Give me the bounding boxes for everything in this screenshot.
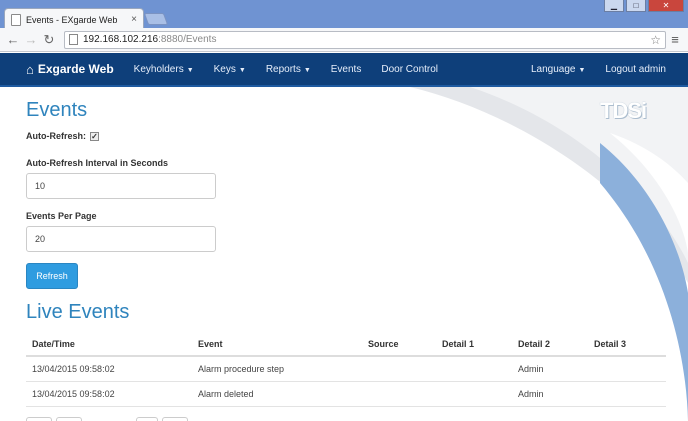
bookmark-star-icon[interactable]: ☆ [650,33,661,47]
maximize-button[interactable]: □ [626,0,646,12]
brand-label: Exgarde Web [37,62,114,76]
table-row[interactable]: 13/04/2015 09:58:02 Alarm deleted Admin [26,381,666,407]
reload-icon[interactable]: ↻ [40,32,58,48]
window-titlebar: Events - EXgarde Web × ▁ □ ✕ [0,0,688,30]
pager-button[interactable] [26,417,52,421]
page-favicon-icon [11,13,21,26]
nav-item-events[interactable]: Events [331,64,362,75]
navbar-right: Language ▼ Logout admin [511,64,666,75]
nav-item-keyholders[interactable]: Keyholders ▼ [134,64,194,75]
cell-detail-3 [588,381,666,407]
caret-down-icon: ▼ [186,66,194,74]
interval-label: Auto-Refresh Interval in Seconds [26,158,169,168]
col-detail-3: Detail 3 [588,333,666,357]
auto-refresh-label: Auto-Refresh: [26,131,86,141]
caret-down-icon: ▼ [238,66,246,74]
close-window-button[interactable]: ✕ [648,0,684,12]
nav-item-keys[interactable]: Keys ▼ [214,64,246,75]
auto-refresh-row: Auto-Refresh: ✓ [26,131,99,141]
new-tab-button[interactable] [143,13,169,25]
url-path: :8880/Events [158,34,217,45]
page-icon [69,34,78,45]
forward-arrow-icon[interactable]: → [22,32,40,47]
window-controls: ▁ □ ✕ [604,0,684,12]
col-source: Source [362,333,436,357]
cell-detail-2: Admin [512,381,588,407]
page-title: Events [26,99,88,121]
browser-menu-icon[interactable]: ≡ [666,32,684,47]
table-row[interactable]: 13/04/2015 09:58:02 Alarm procedure step… [26,356,666,382]
tdsi-logo: TDSi [600,98,647,123]
nav-item-door-control[interactable]: Door Control [381,64,438,75]
events-table: Date/Time Event Source Detail 1 Detail 2… [26,333,666,407]
caret-down-icon: ▼ [578,66,586,74]
tab-title: Events - EXgarde Web [26,14,118,25]
cell-detail-1 [436,356,512,382]
table-header-row: Date/Time Event Source Detail 1 Detail 2… [26,333,666,357]
cell-detail-2: Admin [512,356,588,382]
browser-toolbar: ← → ↻ 192.168.102.216:8880/Events ☆ ≡ [0,28,688,52]
col-datetime: Date/Time [26,333,192,357]
nav-item-language[interactable]: Language ▼ [531,64,585,75]
col-event: Event [192,333,362,357]
logout-link[interactable]: Logout admin [605,64,666,75]
cell-event: Alarm deleted [192,381,362,407]
back-arrow-icon[interactable]: ← [4,32,22,47]
auto-refresh-checkbox[interactable]: ✓ [90,131,99,141]
page-content: ⌂ Exgarde Web Keyholders ▼ Keys ▼ Reports ▼… [0,53,688,421]
pager-button[interactable] [136,417,158,421]
per-page-input[interactable]: 20 [26,226,216,252]
interval-input[interactable]: 10 [26,173,216,199]
pager-button[interactable] [162,417,188,421]
cell-source [362,356,436,382]
browser-tab[interactable]: Events - EXgarde Web × [4,8,144,30]
nav-item-reports[interactable]: Reports ▼ [266,64,311,75]
home-icon: ⌂ [26,61,34,77]
cell-source [362,381,436,407]
per-page-label: Events Per Page [26,211,97,221]
brand-link[interactable]: ⌂ Exgarde Web [26,62,114,77]
live-events-title: Live Events [26,301,130,323]
cell-detail-3 [588,356,666,382]
tab-close-icon[interactable]: × [131,14,137,25]
pager-button[interactable] [56,417,82,421]
cell-event: Alarm procedure step [192,356,362,382]
url-host: 192.168.102.216 [83,34,159,45]
minimize-button[interactable]: ▁ [604,0,624,12]
address-bar[interactable]: 192.168.102.216:8880/Events ☆ [64,30,666,49]
cell-detail-1 [436,381,512,407]
top-navbar: ⌂ Exgarde Web Keyholders ▼ Keys ▼ Reports ▼… [0,53,688,87]
refresh-button[interactable]: Refresh [26,263,78,289]
col-detail-1: Detail 1 [436,333,512,357]
caret-down-icon: ▼ [303,66,311,74]
col-detail-2: Detail 2 [512,333,588,357]
cell-datetime: 13/04/2015 09:58:02 [26,356,192,382]
cell-datetime: 13/04/2015 09:58:02 [26,381,192,407]
